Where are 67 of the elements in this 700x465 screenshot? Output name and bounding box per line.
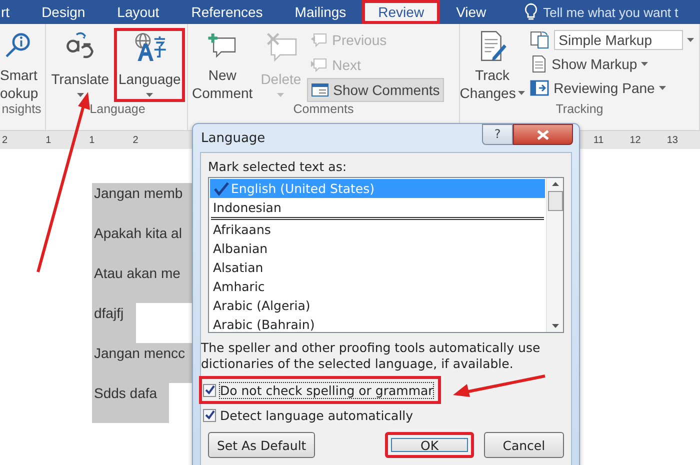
close-button[interactable] — [513, 124, 573, 145]
comment-previous-icon — [310, 32, 328, 48]
scroll-thumb[interactable] — [548, 191, 562, 211]
ribbon-tab[interactable]: Mailings — [278, 0, 362, 24]
ribbon-tab[interactable]: View — [440, 0, 502, 24]
page-icon — [530, 55, 548, 73]
list-item[interactable]: Amharic — [210, 277, 545, 296]
ruler-number: 2 — [2, 134, 8, 146]
ribbon-button[interactable]: Language — [114, 28, 185, 102]
caret-icon — [76, 92, 84, 97]
lightbulb-icon — [524, 3, 538, 21]
list-item[interactable]: Arabic (Bahrain) — [210, 315, 545, 334]
comments-pane-icon — [311, 82, 330, 98]
ribbon-button[interactable]: Show Comments — [307, 78, 444, 102]
ruler-number: 12 — [630, 134, 641, 146]
scroll-up-icon — [552, 182, 558, 186]
ribbon-tab[interactable]: rt — [0, 0, 26, 24]
group-label: Comments — [292, 102, 355, 117]
spelling-check-icon — [213, 182, 229, 196]
ruler-number: 1 — [89, 134, 95, 146]
ribbon-button[interactable]: Reviewing Pane — [526, 77, 697, 99]
highlighted-text: Sdds dafa — [92, 383, 170, 423]
ruler-number: 2 — [132, 134, 138, 146]
close-icon — [537, 130, 549, 140]
list-item[interactable]: Afrikaans — [210, 220, 545, 239]
tell-me-field[interactable]: Tell me what you want t — [543, 4, 678, 20]
cancel-button[interactable]: Cancel — [484, 432, 564, 458]
check-icon — [204, 385, 214, 395]
list-item[interactable]: Indonesian — [210, 198, 545, 217]
ribbon-button[interactable]: Track Changes — [462, 28, 523, 102]
group-label: Tracking — [554, 102, 604, 117]
list-item[interactable]: Alsatian — [210, 258, 545, 277]
check-icon — [204, 410, 214, 420]
set-default-button[interactable]: Set As Default — [208, 432, 316, 458]
pane-icon — [530, 79, 550, 97]
ribbon-tab[interactable]: Layout — [101, 0, 176, 24]
help-button[interactable]: ? — [482, 124, 513, 145]
ruler-number: 11 — [593, 134, 604, 146]
ribbon-button[interactable]: Show Markup — [526, 53, 697, 75]
ribbon-button[interactable]: New Comment — [190, 28, 255, 102]
ribbon-tab[interactable]: Review — [362, 0, 440, 24]
ribbon-tab[interactable]: Design — [26, 0, 102, 24]
ok-button[interactable]: OK — [385, 432, 474, 458]
caret-icon — [518, 91, 525, 95]
ruler-number: 1 — [46, 134, 52, 146]
highlighted-text: dfajfj — [92, 303, 136, 343]
group-label: nsights — [0, 102, 42, 117]
prompt-label: Mark selected text as: — [208, 159, 348, 174]
ribbon-tab[interactable]: References — [175, 0, 279, 24]
caret-icon — [687, 38, 694, 42]
ribbon-button[interactable]: Translate — [50, 28, 110, 102]
caret-icon — [146, 92, 154, 97]
comment-next-icon — [310, 56, 328, 72]
group-label: Language — [88, 102, 146, 117]
list-item[interactable]: Albanian — [210, 239, 545, 258]
scroll-down-icon — [552, 324, 558, 328]
scrollbar[interactable] — [546, 178, 563, 332]
list-item[interactable]: Arabic (Algeria) — [210, 296, 545, 315]
markup-pages-icon — [530, 31, 550, 49]
caret-icon — [277, 92, 284, 97]
caret-icon — [641, 62, 648, 66]
language-list[interactable]: English (United States) Indonesian Afrikaans Albanian Alsatian Amharic Arabic (Algeria) Arabic (Bahrain) — [208, 177, 564, 333]
ribbon-button[interactable]: Smart ookup — [0, 28, 38, 102]
checkbox[interactable]: Detect language automatically — [199, 404, 422, 426]
caret-icon — [658, 86, 666, 90]
dialog-title: Language — [200, 130, 266, 148]
ruler-number: 13 — [666, 134, 678, 146]
